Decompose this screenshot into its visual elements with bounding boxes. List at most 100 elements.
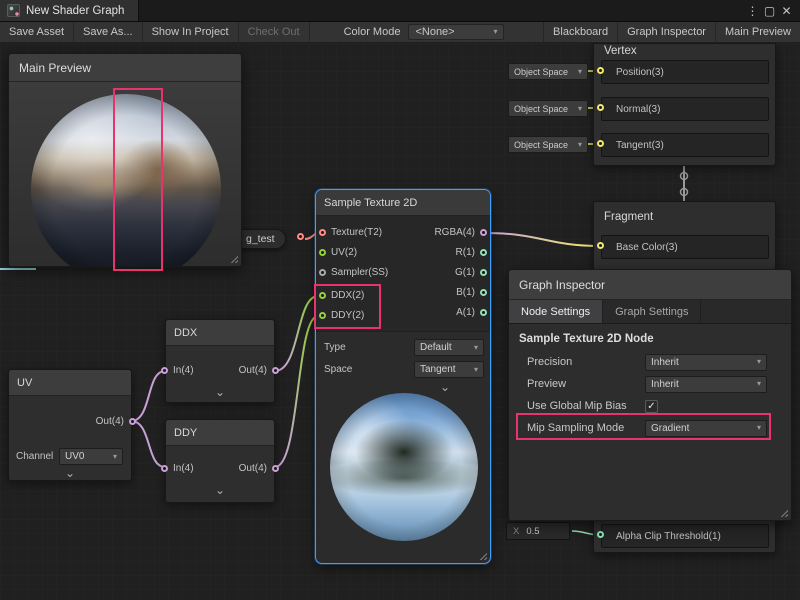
a-out-port[interactable]: A(1)	[456, 307, 487, 318]
color-mode-dropdown[interactable]: <None> ▾	[408, 24, 504, 40]
wire-rgba-to-basecolor[interactable]	[484, 233, 601, 246]
more-icon[interactable]: ⋮	[744, 4, 761, 18]
alpha-clip-input[interactable]: X 0.5	[506, 522, 570, 540]
port-icon[interactable]	[319, 229, 326, 236]
port-icon[interactable]	[597, 242, 604, 249]
property-output-port[interactable]	[297, 233, 304, 240]
collapse-chevron-icon[interactable]: ⌄	[215, 386, 225, 398]
preview-value: Inherit	[651, 379, 679, 390]
precision-dropdown[interactable]: Inherit ▾	[645, 354, 767, 371]
port-icon[interactable]	[161, 465, 168, 472]
port-label: Normal(3)	[616, 104, 660, 115]
color-mode-label: Color Mode	[336, 22, 409, 42]
port-icon[interactable]	[597, 531, 604, 538]
port-label: Out(4)	[239, 463, 267, 474]
tangent-space-dropdown[interactable]: Object Space ▾	[508, 136, 588, 153]
node-preview-sphere	[330, 393, 478, 541]
port-icon[interactable]	[272, 465, 279, 472]
r-out-port[interactable]: R(1)	[456, 247, 487, 258]
resize-grip-icon[interactable]	[477, 550, 487, 560]
collapse-chevron-icon[interactable]: ⌄	[440, 381, 450, 393]
vertex-port-tangent[interactable]: Tangent(3)	[601, 133, 769, 157]
graph-inspector-toggle-button[interactable]: Graph Inspector	[617, 22, 715, 42]
show-in-project-button[interactable]: Show In Project	[143, 22, 239, 42]
port-icon[interactable]	[480, 309, 487, 316]
main-preview-image	[9, 82, 241, 266]
save-asset-button[interactable]: Save Asset	[0, 22, 74, 42]
port-icon[interactable]	[597, 104, 604, 111]
tab-node-settings[interactable]: Node Settings	[509, 300, 603, 323]
port-icon[interactable]	[272, 367, 279, 374]
rgba-out-port[interactable]: RGBA(4)	[434, 227, 487, 238]
save-as-button[interactable]: Save As...	[74, 22, 143, 42]
vertex-node[interactable]: Vertex Position(3) Normal(3) Tangent(3)	[593, 43, 776, 166]
use-global-mip-bias-checkbox[interactable]: ✓	[645, 400, 658, 413]
tab-graph-settings[interactable]: Graph Settings	[603, 300, 701, 323]
port-icon[interactable]	[480, 269, 487, 276]
close-icon[interactable]: ✕	[778, 4, 795, 18]
position-space-dropdown[interactable]: Object Space ▾	[508, 63, 588, 80]
port-icon[interactable]	[480, 249, 487, 256]
b-out-port[interactable]: B(1)	[456, 287, 487, 298]
port-icon[interactable]	[319, 292, 326, 299]
g-out-port[interactable]: G(1)	[455, 267, 487, 278]
uv-node[interactable]: UV Out(4) Channel UV0 ▾ ⌄	[8, 369, 132, 481]
wire-uv-to-ddy[interactable]	[131, 421, 165, 467]
fragment-port-base-color[interactable]: Base Color(3)	[601, 235, 769, 259]
port-icon[interactable]	[319, 249, 326, 256]
main-preview-sphere	[31, 94, 221, 266]
wire-ddy-to-sample[interactable]	[275, 316, 318, 467]
ddy-in-port[interactable]: In(4)	[161, 463, 194, 474]
stack-connector-dot	[681, 173, 688, 180]
channel-dropdown[interactable]: UV0 ▾	[59, 448, 123, 465]
graph-inspector-panel-title[interactable]: Graph Inspector	[509, 270, 791, 300]
ddy-input-port[interactable]: DDY(2)	[319, 310, 364, 321]
chevron-down-icon: ▾	[578, 68, 582, 76]
collapse-chevron-icon[interactable]: ⌄	[65, 467, 75, 479]
chevron-down-icon: ▾	[113, 453, 117, 461]
ddx-node[interactable]: DDX In(4) Out(4) ⌄	[165, 319, 275, 403]
ddx-input-port[interactable]: DDX(2)	[319, 290, 364, 301]
mip-sampling-mode-dropdown[interactable]: Gradient ▾	[645, 420, 767, 437]
port-icon[interactable]	[319, 312, 326, 319]
wire-ddx-to-sample[interactable]	[275, 296, 318, 371]
ddy-node[interactable]: DDY In(4) Out(4) ⌄	[165, 419, 275, 503]
chevron-down-icon: ▾	[474, 366, 478, 374]
ddy-node-title: DDY	[166, 420, 274, 446]
texture-in-port[interactable]: Texture(T2)	[319, 227, 382, 238]
preview-dropdown[interactable]: Inherit ▾	[645, 376, 767, 393]
resize-grip-icon[interactable]	[778, 507, 788, 517]
type-dropdown[interactable]: Default ▾	[414, 339, 484, 356]
port-label: UV(2)	[331, 247, 357, 258]
sampler-in-port[interactable]: Sampler(SS)	[319, 267, 388, 278]
main-preview-toggle-button[interactable]: Main Preview	[715, 22, 800, 42]
port-icon[interactable]	[161, 367, 168, 374]
collapse-chevron-icon[interactable]: ⌄	[215, 484, 225, 496]
port-label: Sampler(SS)	[331, 267, 388, 278]
uv-in-port[interactable]: UV(2)	[319, 247, 357, 258]
wire-uv-to-ddx[interactable]	[131, 371, 165, 421]
main-preview-panel-title[interactable]: Main Preview	[9, 54, 241, 82]
port-icon[interactable]	[319, 269, 326, 276]
sample-texture-2d-node[interactable]: Sample Texture 2D Texture(T2) UV(2) Samp…	[315, 189, 491, 564]
port-icon[interactable]	[480, 229, 487, 236]
space-dropdown[interactable]: Tangent ▾	[414, 361, 484, 378]
port-icon[interactable]	[480, 289, 487, 296]
port-icon[interactable]	[597, 140, 604, 147]
blackboard-toggle-button[interactable]: Blackboard	[543, 22, 617, 42]
port-icon[interactable]	[129, 418, 136, 425]
fragment-port-alpha-clip[interactable]: Alpha Clip Threshold(1)	[601, 524, 769, 548]
space-dropdown-value: Object Space	[514, 104, 568, 114]
tab-new-shader-graph[interactable]: New Shader Graph	[0, 0, 139, 21]
vertex-port-position[interactable]: Position(3)	[601, 60, 769, 84]
ddx-in-port[interactable]: In(4)	[161, 365, 194, 376]
normal-space-dropdown[interactable]: Object Space ▾	[508, 100, 588, 117]
alpha-clip-input-value: 0.5	[526, 526, 539, 537]
ddy-out-port[interactable]: Out(4)	[239, 463, 279, 474]
port-icon[interactable]	[597, 67, 604, 74]
uv-out-port[interactable]: Out(4)	[96, 416, 136, 427]
ddx-out-port[interactable]: Out(4)	[239, 365, 279, 376]
graph-canvas[interactable]: Fragment Base Color(3) Alpha Clip Thresh…	[0, 43, 800, 600]
maximize-icon[interactable]: ▢	[761, 4, 778, 18]
vertex-port-normal[interactable]: Normal(3)	[601, 97, 769, 121]
